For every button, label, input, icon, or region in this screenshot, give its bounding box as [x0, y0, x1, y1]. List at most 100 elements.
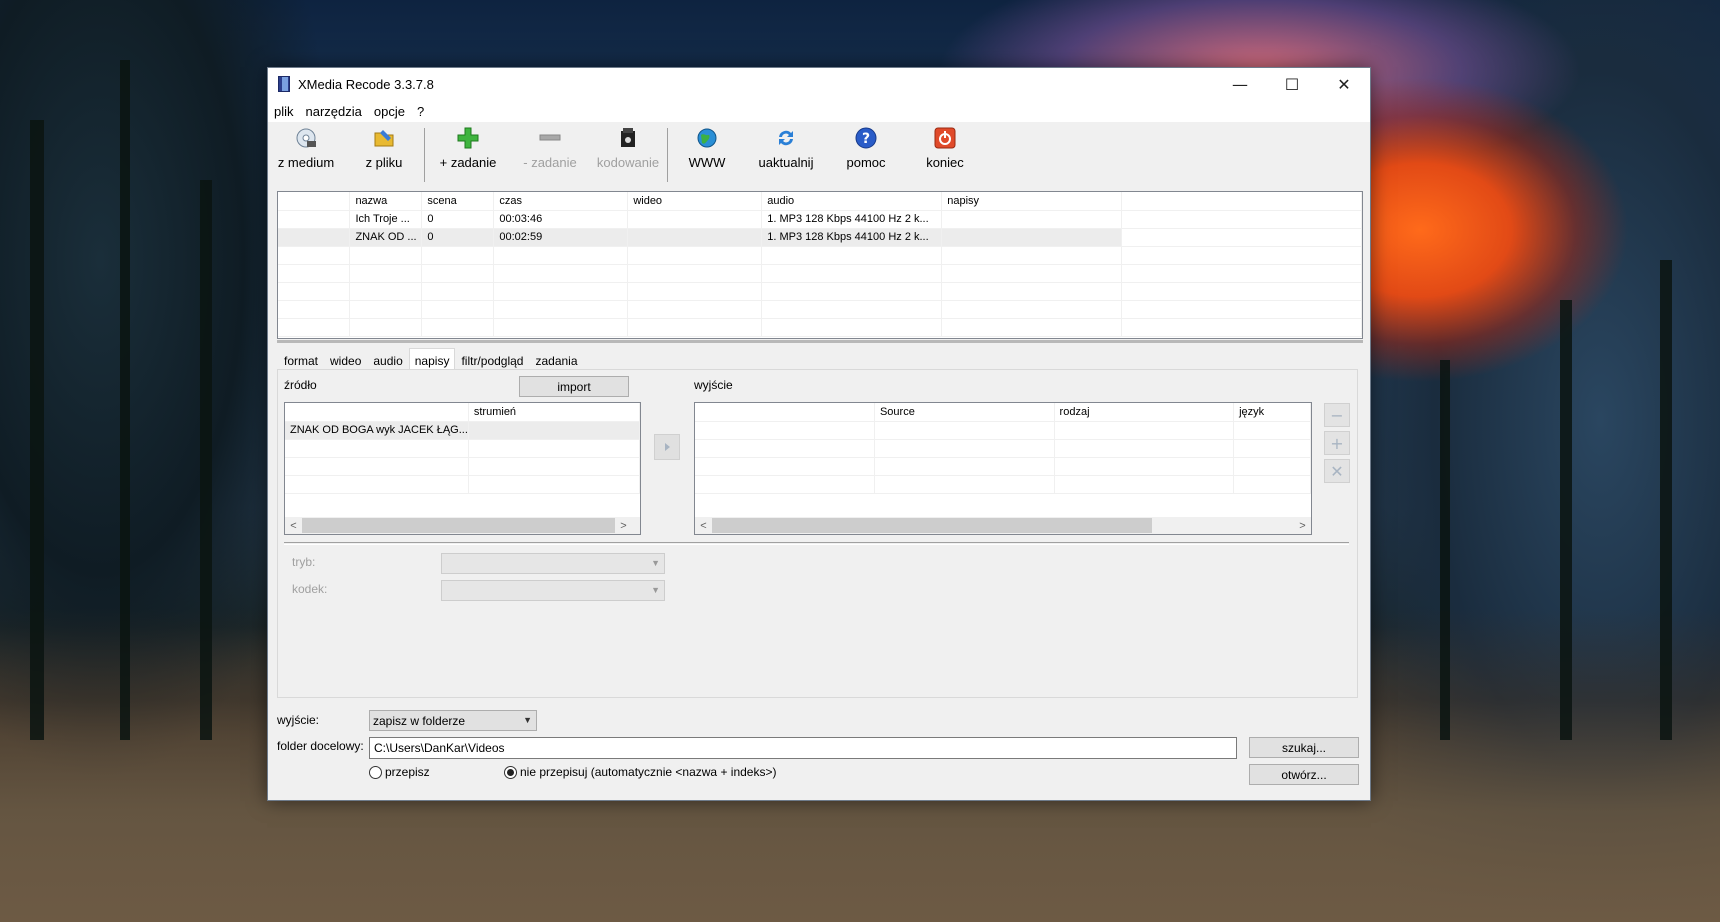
- scroll-left-icon[interactable]: <: [695, 517, 712, 534]
- table-row: [278, 282, 1362, 301]
- file-list-table[interactable]: nazwa scena czas wideo audio napisy Ich …: [277, 191, 1363, 339]
- www-button[interactable]: WWW: [668, 122, 746, 186]
- tab-filtr-podglad[interactable]: filtr/podgląd: [455, 350, 529, 369]
- tab-bar: format wideo audio napisy filtr/podgląd …: [278, 348, 584, 370]
- output-mode-select[interactable]: zapisz w folderze ▼: [369, 710, 537, 731]
- add-job-button[interactable]: + zadanie: [425, 122, 511, 186]
- source-streams-table[interactable]: strumień ZNAK OD BOGA wyk JACEK ŁĄG... <…: [284, 402, 641, 535]
- background-tree: [1440, 360, 1450, 740]
- scroll-right-icon[interactable]: >: [615, 517, 632, 534]
- tab-napisy[interactable]: napisy: [408, 348, 456, 369]
- column-header: [1121, 192, 1362, 211]
- globe-icon: [695, 126, 719, 150]
- open-button[interactable]: otwórz...: [1249, 764, 1359, 785]
- column-header[interactable]: Source: [874, 403, 1055, 422]
- minimize-button[interactable]: —: [1214, 68, 1266, 100]
- horizontal-scrollbar[interactable]: < >: [285, 517, 640, 534]
- table-row[interactable]: Ich Troje ... 0 00:03:46 1. MP3 128 Kbps…: [278, 210, 1362, 229]
- column-header[interactable]: język: [1233, 403, 1311, 422]
- help-button[interactable]: ? pomoc: [826, 122, 906, 186]
- column-header[interactable]: wideo: [627, 192, 763, 211]
- table-row: [695, 457, 1311, 476]
- toolbar: z medium z pliku + zadanie - zadanie kod…: [268, 122, 1370, 186]
- add-stream-arrow-button[interactable]: [654, 434, 680, 460]
- mode-select[interactable]: ▼: [441, 553, 665, 574]
- maximize-button[interactable]: ☐: [1266, 68, 1318, 100]
- table-row: [278, 264, 1362, 283]
- mode-label: tryb:: [292, 555, 316, 569]
- background-tree: [200, 180, 212, 740]
- folder-input[interactable]: C:\Users\DanKar\Videos: [369, 737, 1237, 759]
- output-streams-table[interactable]: Source rodzaj język < >: [694, 402, 1312, 535]
- disc-icon: [294, 126, 318, 150]
- column-header[interactable]: [695, 403, 875, 422]
- table-row: [285, 439, 640, 458]
- column-header[interactable]: scena: [421, 192, 495, 211]
- app-icon: [278, 76, 290, 92]
- window-title: XMedia Recode 3.3.7.8: [298, 76, 434, 92]
- browse-button[interactable]: szukaj...: [1249, 737, 1359, 758]
- tab-wideo[interactable]: wideo: [324, 350, 367, 369]
- codec-select[interactable]: ▼: [441, 580, 665, 601]
- svg-text:?: ?: [862, 131, 870, 147]
- column-header[interactable]: nazwa: [349, 192, 423, 211]
- menu-help[interactable]: ?: [417, 104, 424, 119]
- radio-button[interactable]: [369, 765, 382, 779]
- table-header-row: strumień: [285, 403, 640, 422]
- table-row[interactable]: ZNAK OD BOGA wyk JACEK ŁĄG...: [285, 421, 640, 440]
- column-header[interactable]: [278, 192, 351, 211]
- minus-icon: −: [1330, 405, 1344, 425]
- clear-streams-button[interactable]: ✕: [1324, 459, 1350, 483]
- table-row: [695, 475, 1311, 494]
- radio-overwrite[interactable]: przepisz: [369, 765, 430, 779]
- menu-bar: plik narzędzia opcje ?: [268, 100, 1370, 122]
- title-bar[interactable]: XMedia Recode 3.3.7.8 — ☐ ✕: [268, 68, 1370, 100]
- exit-button[interactable]: koniec: [906, 122, 984, 186]
- column-header[interactable]: strumień: [468, 403, 640, 422]
- tab-audio[interactable]: audio: [367, 350, 408, 369]
- update-button[interactable]: uaktualnij: [746, 122, 826, 186]
- tab-format[interactable]: format: [278, 350, 324, 369]
- remove-job-button[interactable]: - zadanie: [511, 122, 589, 186]
- splitter[interactable]: [277, 340, 1363, 343]
- plus-icon: [456, 126, 480, 150]
- refresh-icon: [774, 126, 798, 150]
- table-row: [278, 318, 1362, 337]
- background-tree: [120, 60, 130, 740]
- background-tree: [1660, 260, 1672, 740]
- scroll-right-icon[interactable]: >: [1294, 517, 1311, 534]
- help-icon: ?: [854, 126, 878, 150]
- output-label: wyjście: [694, 378, 733, 392]
- background-tree: [1560, 300, 1572, 740]
- radio-no-overwrite[interactable]: nie przepisuj (automatycznie <nazwa + in…: [504, 765, 776, 779]
- remove-stream-button[interactable]: −: [1324, 403, 1350, 427]
- column-header[interactable]: rodzaj: [1054, 403, 1235, 422]
- add-stream-button[interactable]: +: [1324, 431, 1350, 455]
- scroll-left-icon[interactable]: <: [285, 517, 302, 534]
- column-header[interactable]: [285, 403, 469, 422]
- z-pliku-button[interactable]: z pliku: [344, 122, 424, 186]
- z-medium-button[interactable]: z medium: [268, 122, 344, 186]
- table-row: [278, 300, 1362, 319]
- column-header[interactable]: audio: [761, 192, 943, 211]
- scrollbar-thumb[interactable]: [302, 518, 615, 533]
- folder-open-icon: [372, 126, 396, 150]
- table-header-row: Source rodzaj język: [695, 403, 1311, 422]
- menu-narzedzia[interactable]: narzędzia: [306, 104, 362, 119]
- horizontal-scrollbar[interactable]: < >: [695, 517, 1311, 534]
- radio-button[interactable]: [504, 765, 517, 779]
- chevron-down-icon: ▼: [523, 715, 532, 725]
- import-button[interactable]: import: [519, 376, 629, 397]
- arrow-right-icon: [665, 443, 670, 451]
- menu-plik[interactable]: plik: [274, 104, 294, 119]
- tab-zadania[interactable]: zadania: [529, 350, 583, 369]
- scrollbar-thumb[interactable]: [712, 518, 1152, 533]
- close-button[interactable]: ✕: [1318, 68, 1370, 100]
- column-header[interactable]: napisy: [941, 192, 1123, 211]
- menu-opcje[interactable]: opcje: [374, 104, 405, 119]
- column-header[interactable]: czas: [493, 192, 629, 211]
- encode-button[interactable]: kodowanie: [589, 122, 667, 186]
- minus-icon: [538, 126, 562, 150]
- codec-label: kodek:: [292, 582, 328, 596]
- table-row[interactable]: ZNAK OD ... 0 00:02:59 1. MP3 128 Kbps 4…: [278, 228, 1362, 247]
